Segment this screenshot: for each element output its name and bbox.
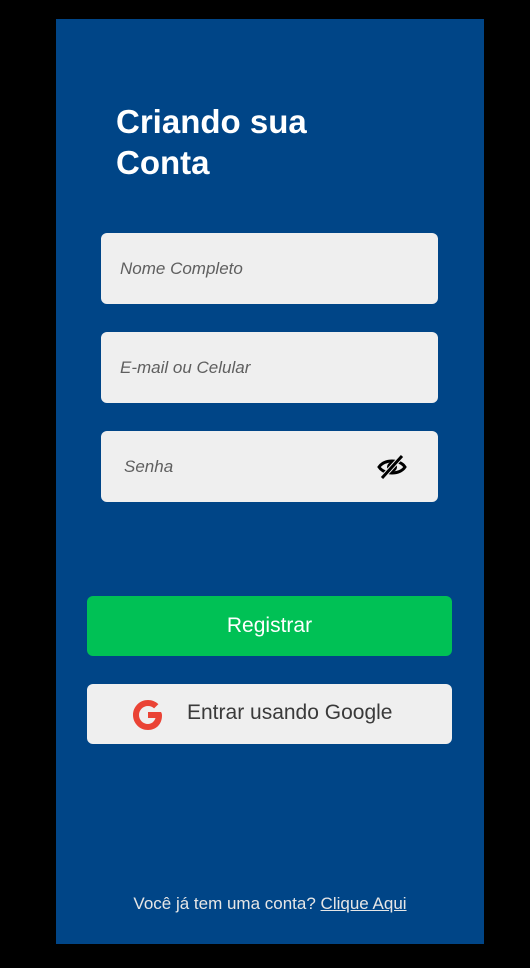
page-title-line-1: Criando sua xyxy=(116,103,307,140)
login-prompt-text: Você já tem uma conta? xyxy=(133,894,316,913)
login-link[interactable]: Clique Aqui xyxy=(321,894,407,913)
google-signin-button[interactable]: Entrar usando Google xyxy=(87,684,452,744)
email-or-phone-field xyxy=(101,332,438,403)
login-prompt: Você já tem uma conta? Clique Aqui xyxy=(56,894,484,914)
page-title: Criando sua Conta xyxy=(116,101,376,183)
email-or-phone-input[interactable] xyxy=(101,332,438,403)
google-signin-label: Entrar usando Google xyxy=(187,701,393,724)
password-field xyxy=(101,431,438,502)
eye-off-icon[interactable] xyxy=(376,453,408,481)
signup-screen: Criando sua Conta Registrar Entrar usand… xyxy=(56,19,484,944)
full-name-input[interactable] xyxy=(101,233,438,304)
register-button[interactable]: Registrar xyxy=(87,596,452,656)
google-g-icon xyxy=(130,697,166,733)
full-name-field xyxy=(101,233,438,304)
page-title-line-2: Conta xyxy=(116,144,210,181)
